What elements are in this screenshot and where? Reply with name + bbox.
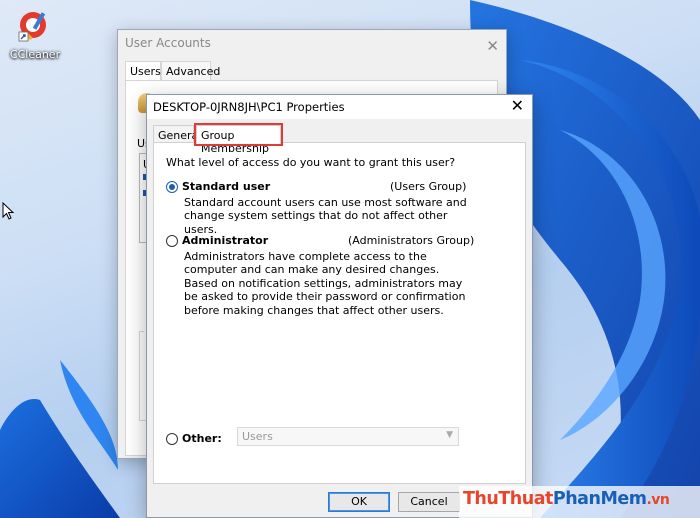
user-accounts-titlebar: User Accounts ✕: [118, 30, 506, 59]
other-option[interactable]: Other:: [166, 432, 226, 446]
user-accounts-title: User Accounts: [125, 36, 211, 50]
dialog-titlebar: DESKTOP-0JRN8JH\PC1 Properties ✕: [147, 95, 532, 119]
standard-user-label: Standard user: [182, 180, 271, 193]
watermark-part-1: ThuThuat: [463, 489, 553, 509]
other-radio[interactable]: [166, 433, 178, 445]
administrators-group-label: (Administrators Group): [348, 234, 475, 247]
dialog-title: DESKTOP-0JRN8JH\PC1 Properties: [153, 100, 345, 114]
other-group-select[interactable]: Users ▼: [237, 427, 459, 446]
administrator-option[interactable]: Administrator (Administrators Group): [166, 234, 474, 248]
dialog-tabs: General Group Membership: [153, 123, 523, 155]
watermark-logo: ThuThuatPhanMem.vn: [459, 486, 700, 518]
close-icon[interactable]: ✕: [486, 33, 499, 59]
group-membership-panel: What level of access do you want to gran…: [153, 142, 526, 484]
cancel-button[interactable]: Cancel: [398, 492, 460, 512]
users-group-label: (Users Group): [390, 180, 467, 193]
tab-general[interactable]: General: [153, 125, 201, 143]
ccleaner-desktop-icon[interactable]: CCleaner: [8, 8, 62, 61]
tab-advanced[interactable]: Advanced: [161, 61, 220, 81]
ok-button[interactable]: OK: [328, 492, 390, 512]
ccleaner-icon: [18, 8, 52, 42]
chevron-down-icon: ▼: [446, 430, 453, 440]
access-question: What level of access do you want to gran…: [166, 156, 456, 169]
desktop-icon-label: CCleaner: [9, 48, 61, 61]
tab-group-membership[interactable]: Group Membership: [194, 123, 283, 155]
administrator-description: Administrators have complete access to t…: [184, 250, 466, 317]
standard-user-radio[interactable]: [166, 181, 178, 193]
administrator-radio[interactable]: [166, 235, 178, 247]
other-select-value: Users: [242, 430, 273, 443]
watermark-part-3: .vn: [646, 492, 670, 508]
close-icon[interactable]: ✕: [511, 97, 524, 115]
mouse-cursor-icon: [2, 202, 14, 220]
properties-dialog: DESKTOP-0JRN8JH\PC1 Properties ✕ General…: [146, 94, 533, 518]
other-label: Other:: [182, 432, 222, 445]
watermark-part-2: PhanMem: [552, 489, 647, 509]
standard-user-description: Standard account users can use most soft…: [184, 196, 467, 236]
standard-user-option[interactable]: Standard user (Users Group): [166, 180, 466, 194]
administrator-label: Administrator: [182, 234, 269, 247]
tab-users[interactable]: Users: [125, 61, 161, 82]
